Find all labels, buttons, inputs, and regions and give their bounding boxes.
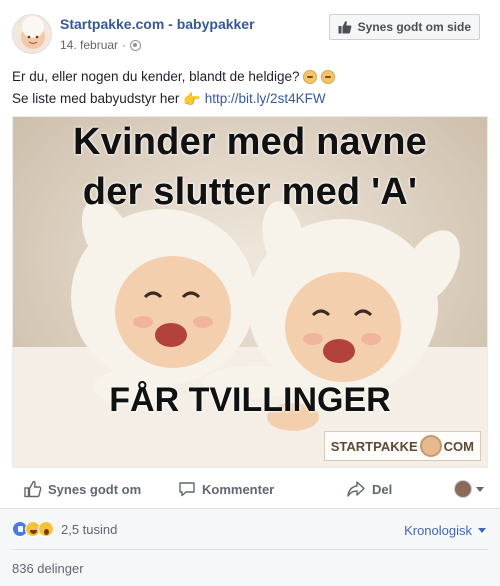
- baby-emoji-icon: [303, 70, 318, 84]
- caret-down-icon: [476, 486, 484, 492]
- share-button-label: Del: [372, 481, 393, 497]
- watermark-left-text: STARTPAKKE: [330, 438, 418, 454]
- post-stats: 2,5 tusind Kronologisk 836 delinger: [0, 508, 500, 586]
- like-page-button[interactable]: Synes godt om side: [328, 14, 480, 40]
- comment-icon: [179, 482, 195, 497]
- like-button[interactable]: Synes godt om: [24, 480, 141, 498]
- startpakke-watermark: STARTPAKKE COM: [323, 431, 481, 461]
- sort-label: Kronologisk: [404, 523, 472, 538]
- thumbs-up-icon: [24, 480, 42, 498]
- image-title-line-2: der slutter med 'A': [82, 171, 418, 213]
- user-avatar: [454, 480, 472, 498]
- divider: [12, 549, 488, 550]
- share-arrow-icon: [347, 481, 365, 497]
- watermark-right-text: COM: [443, 438, 474, 454]
- post-text: Er du, eller nogen du kender, blandt de …: [12, 66, 488, 110]
- watermark-logo-icon: [419, 435, 442, 457]
- post-date[interactable]: 14. februar: [60, 38, 118, 52]
- comment-button-label: Kommenter: [202, 481, 275, 497]
- page-avatar[interactable]: [12, 14, 52, 54]
- comment-button[interactable]: Kommenter: [178, 480, 274, 498]
- audience-selector[interactable]: [454, 480, 484, 498]
- thumbs-up-icon: [338, 21, 352, 34]
- comment-sort-dropdown[interactable]: Kronologisk: [404, 523, 486, 538]
- baby-emoji-icon: [321, 70, 336, 84]
- globe-icon: [130, 39, 142, 51]
- reaction-icons: [12, 521, 54, 537]
- post-text-line-1: Er du, eller nogen du kender, blandt de …: [12, 66, 488, 88]
- caret-down-icon: [478, 528, 486, 533]
- post-action-bar: Synes godt om Kommenter Del: [12, 470, 488, 508]
- page-name-link[interactable]: Startpakke.com - babypakker: [60, 16, 255, 32]
- like-button-label: Synes godt om: [48, 481, 142, 497]
- post-text-prefix: Se liste med babyudstyr her: [12, 91, 180, 106]
- like-page-label: Synes godt om side: [357, 20, 471, 34]
- image-caption: FÅR TVILLINGER: [109, 381, 391, 419]
- post-meta: 14. februar ·: [60, 38, 142, 52]
- post-text-question: Er du, eller nogen du kender, blandt de …: [12, 69, 300, 84]
- post-image[interactable]: Kvinder med navne der slutter med 'A' FÅ…: [12, 116, 488, 468]
- shares-count[interactable]: 836 delinger: [12, 561, 84, 576]
- reactions-count: 2,5 tusind: [61, 521, 118, 537]
- share-button[interactable]: Del: [346, 480, 392, 498]
- post-link[interactable]: http://bit.ly/2st4KFW: [205, 88, 326, 110]
- post-text-line-2: Se liste med babyudstyr her 👉 http://bit…: [12, 88, 488, 110]
- pointing-hand-icon: 👉: [183, 91, 201, 107]
- meta-separator: ·: [122, 38, 127, 52]
- image-title-line-1: Kvinder med navne: [73, 121, 427, 163]
- reactions-summary[interactable]: 2,5 tusind: [12, 521, 117, 537]
- wow-reaction-icon: [38, 521, 54, 537]
